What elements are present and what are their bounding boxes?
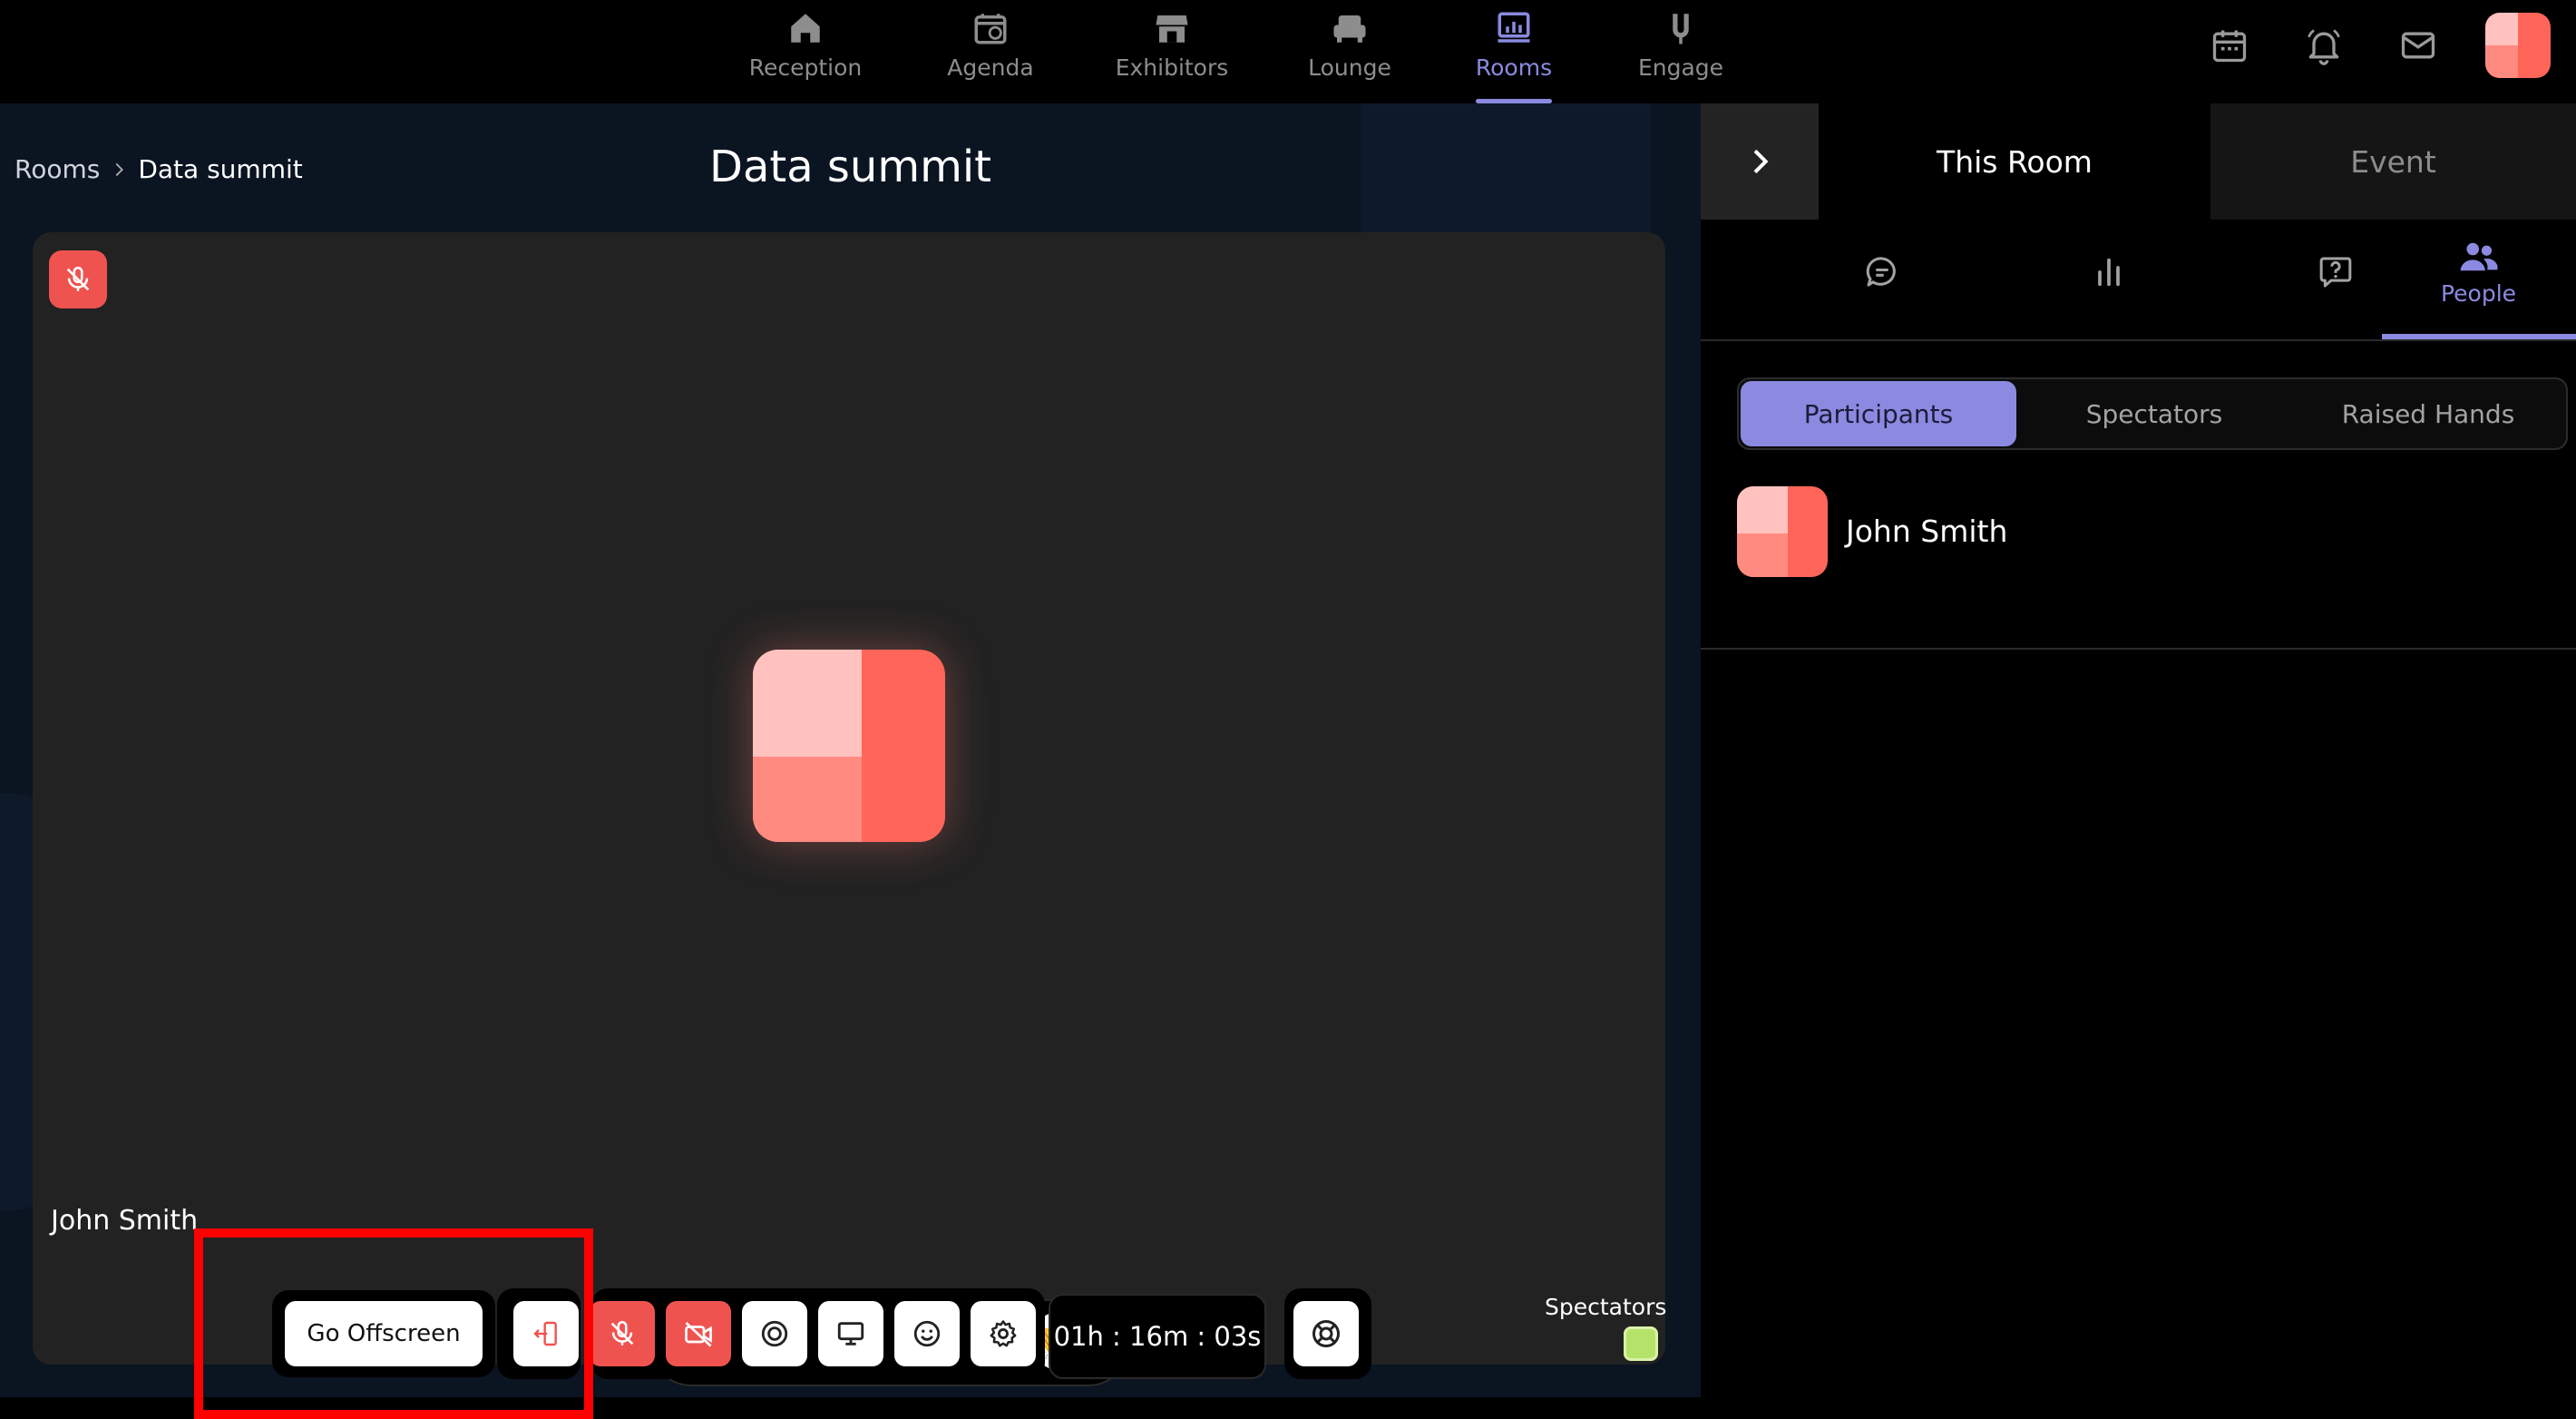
nav-item-exhibitors[interactable]: Exhibitors <box>1095 0 1249 103</box>
monitor-icon <box>837 1322 864 1346</box>
session-timer: 01h : 16m : 03s <box>1049 1294 1266 1379</box>
toggle-mic-button[interactable] <box>590 1301 655 1366</box>
tab-chat[interactable] <box>1769 220 1995 325</box>
magnet-icon <box>1673 14 1689 44</box>
video-tile: John Smith <box>33 232 1665 1365</box>
nav-label: Agenda <box>947 54 1034 81</box>
toggle-camera-button[interactable] <box>666 1301 731 1366</box>
avatar <box>1737 486 1828 577</box>
stage-area: Rooms Data summit Data summit John Smith… <box>0 103 1701 1397</box>
segment-participants[interactable]: Participants <box>1741 381 2016 446</box>
participant-name: John Smith <box>1846 514 2008 549</box>
lifebuoy-icon <box>1312 1320 1340 1347</box>
share-screen-button[interactable] <box>818 1301 883 1366</box>
participant-name-label: John Smith <box>51 1205 199 1237</box>
mic-off-icon <box>610 1320 634 1346</box>
calendar-clock-icon <box>974 14 1007 44</box>
smiley-icon <box>913 1320 941 1347</box>
chevron-right-icon <box>1753 149 1769 174</box>
spectators-label: Spectators <box>1545 1294 1667 1320</box>
segment-spectators[interactable]: Spectators <box>2016 381 2292 446</box>
annotation-highlight-box <box>194 1228 593 1419</box>
nav-item-agenda[interactable]: Agenda <box>913 0 1068 103</box>
nav-item-reception[interactable]: Reception <box>728 0 883 103</box>
tab-event[interactable]: Event <box>2210 103 2576 220</box>
nav-label: Rooms <box>1475 54 1553 81</box>
people-icon <box>2460 242 2498 270</box>
active-tab-indicator <box>2382 334 2576 339</box>
tab-polls[interactable] <box>1995 220 2222 325</box>
bell-icon[interactable] <box>2304 25 2344 65</box>
nav-item-engage[interactable]: Engage <box>1604 0 1758 103</box>
page-title: Data summit <box>709 142 991 192</box>
camera-off-icon <box>685 1322 712 1347</box>
nav-label: Lounge <box>1308 54 1391 81</box>
tab-this-room[interactable]: This Room <box>1819 103 2210 220</box>
sofa-icon <box>1333 15 1366 43</box>
tab-people[interactable]: People <box>2381 220 2576 325</box>
side-panel: This Room Event People Participants Spec… <box>1701 103 2576 1397</box>
user-avatar[interactable] <box>2485 13 2551 78</box>
divider <box>1701 339 2576 341</box>
mail-icon[interactable] <box>2398 25 2438 65</box>
participant-video-avatar <box>753 650 945 842</box>
question-bubble-icon <box>2319 257 2352 288</box>
mic-off-icon <box>66 266 90 291</box>
top-navigation: Reception Agenda Exhibitors Lounge Rooms… <box>0 0 2576 103</box>
record-button[interactable] <box>742 1301 807 1366</box>
nav-item-rooms[interactable]: Rooms <box>1437 0 1591 103</box>
home-icon <box>791 14 820 43</box>
list-item[interactable]: John Smith <box>1701 484 2576 650</box>
bar-chart-icon <box>2098 258 2120 287</box>
nav-label: Engage <box>1637 54 1724 81</box>
segment-raised-hands[interactable]: Raised Hands <box>2292 381 2564 446</box>
collapse-panel-button[interactable] <box>1701 103 1819 220</box>
tab-people-label: People <box>2440 279 2517 307</box>
spectator-avatar[interactable] <box>1624 1326 1658 1361</box>
mic-muted-badge <box>49 250 107 308</box>
record-icon <box>761 1320 788 1347</box>
store-icon <box>1156 15 1188 43</box>
calendar-icon[interactable] <box>2210 25 2249 65</box>
nav-item-lounge[interactable]: Lounge <box>1273 0 1427 103</box>
help-button[interactable] <box>1293 1301 1359 1366</box>
chat-icon <box>1866 257 1896 287</box>
people-filter-segmented-control: Participants Spectators Raised Hands <box>1737 377 2568 450</box>
nav-label: Exhibitors <box>1115 54 1229 81</box>
nav-label: Reception <box>748 54 863 81</box>
gear-icon <box>990 1320 1017 1347</box>
presentation-icon <box>1498 12 1530 43</box>
reactions-button[interactable] <box>894 1301 960 1366</box>
settings-button[interactable] <box>971 1301 1036 1366</box>
